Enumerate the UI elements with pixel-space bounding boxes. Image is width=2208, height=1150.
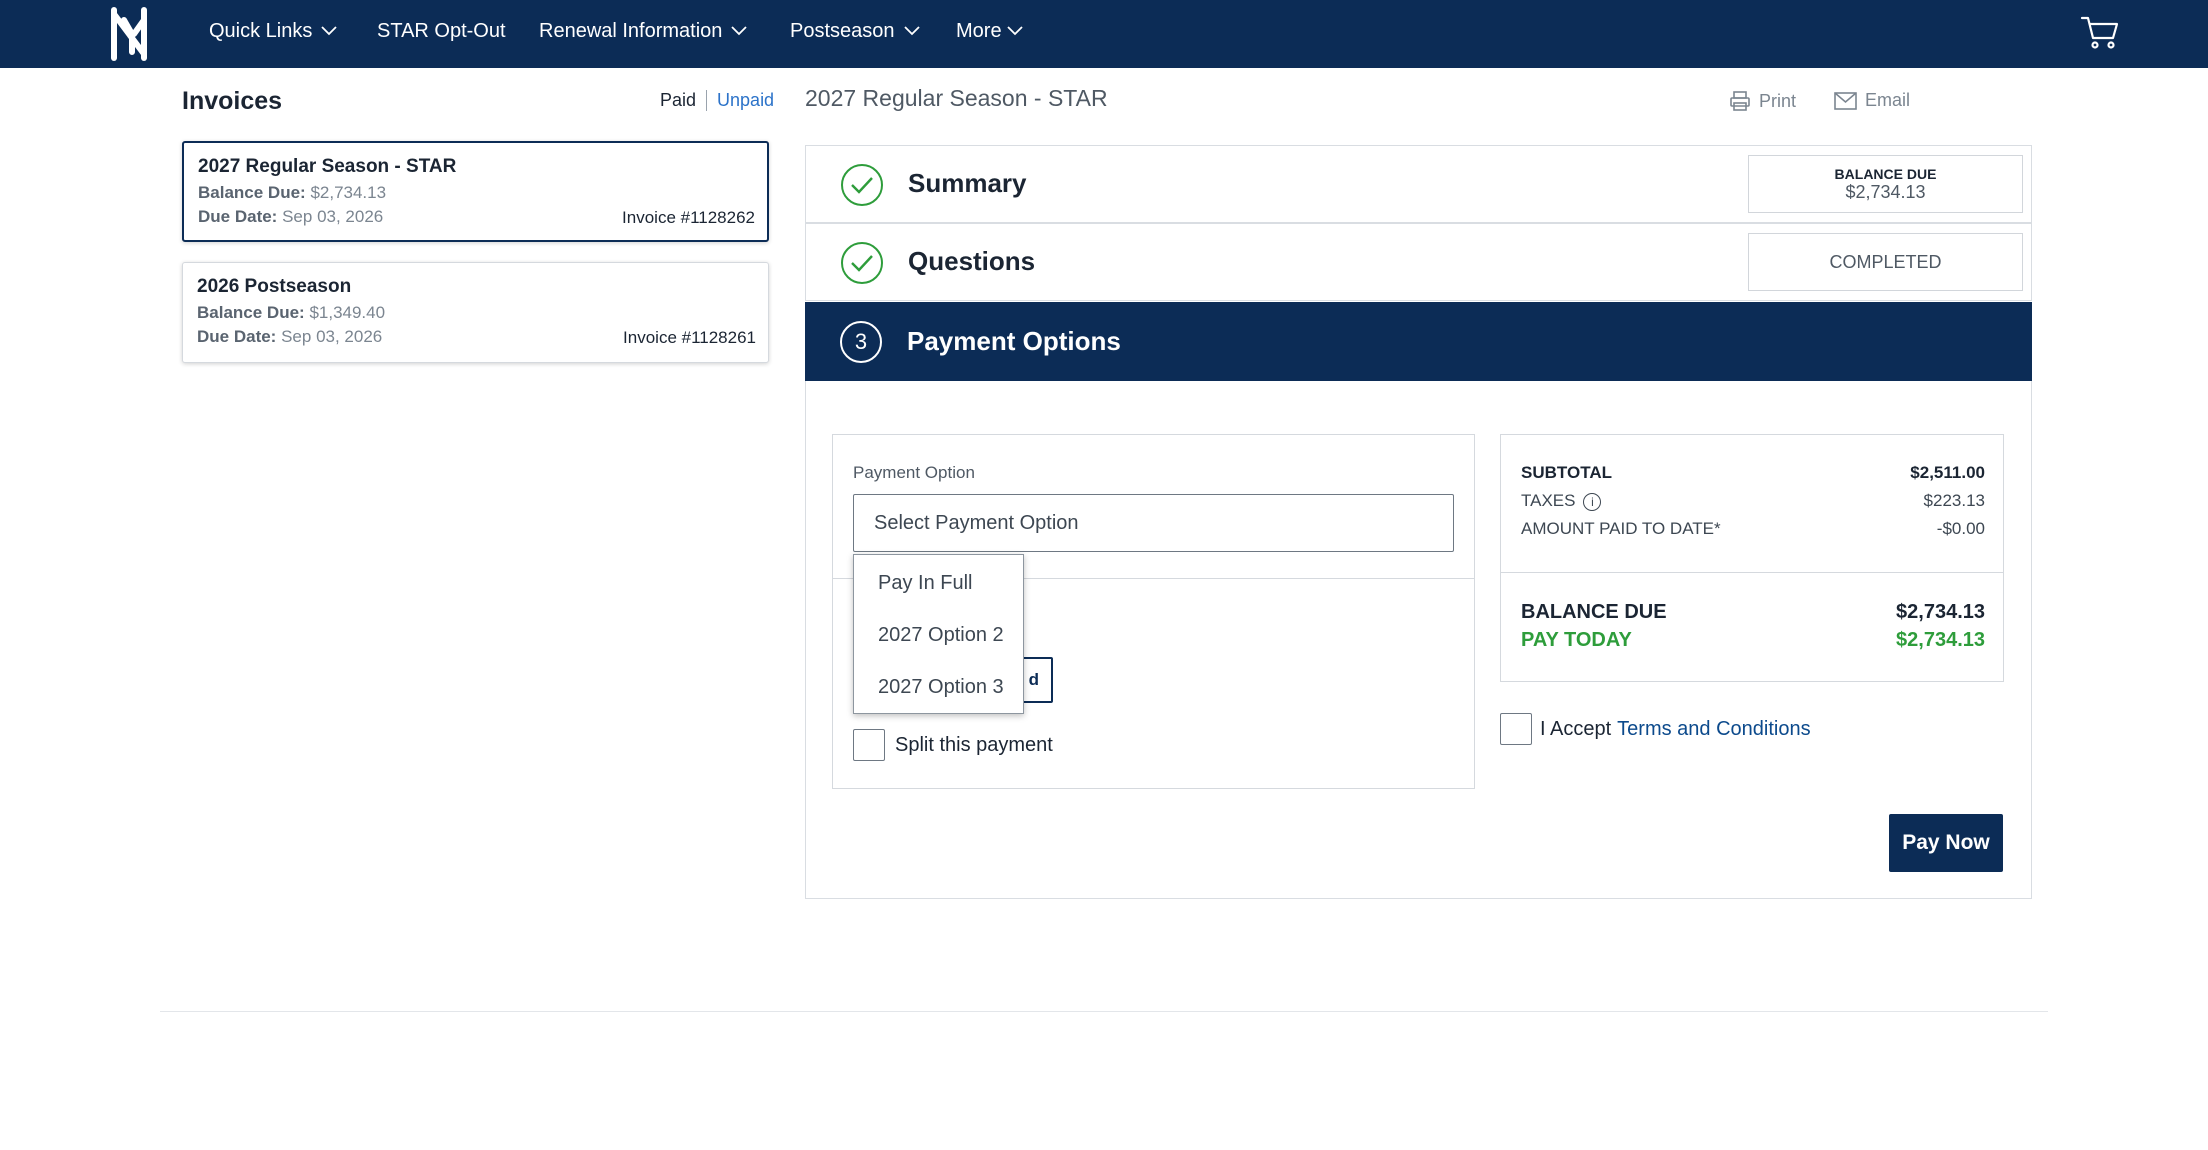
nav-more-label: More [956,19,1002,42]
invoice-number: Invoice #1128261 [623,328,756,347]
badge-value: $2,734.13 [1845,181,1926,202]
subtotal-value: $2,511.00 [1910,463,1985,482]
nav-renewal-information[interactable]: Renewal Information [539,0,748,62]
print-button[interactable]: Print [1729,90,1796,112]
invoice-filters: Paid Unpaid [660,90,774,111]
pay-today-value: $2,734.13 [1896,629,1985,651]
check-circle-icon [841,242,883,284]
invoice-balance: Balance Due: $2,734.13 [198,183,386,203]
invoice-due-value: Sep 03, 2026 [282,207,384,226]
payment-option-dropdown: Pay In Full 2027 Option 2 2027 Option 3 [853,554,1024,714]
nav-quick-links-label: Quick Links [209,19,313,42]
nav-renewal-information-label: Renewal Information [539,19,723,42]
nav-star-opt-out-label: STAR Opt-Out [377,19,506,42]
paid-to-date-label: AMOUNT PAID TO DATE* [1521,519,1721,538]
invoice-balance-value: $2,734.13 [310,183,387,202]
totals-card: SUBTOTAL $2,511.00 TAXES i $223.13 AMOUNT… [1500,434,2004,682]
payment-option-label: Payment Option [853,463,975,482]
badge-value: COMPLETED [1829,251,1942,272]
balance-due-value: $2,734.13 [1896,601,1985,623]
print-label: Print [1759,90,1797,111]
step-payment-label: Payment Options [907,326,1121,356]
dropdown-option[interactable]: 2027 Option 2 [854,609,1023,661]
taxes-label: TAXES [1521,491,1576,510]
envelope-icon [1834,91,1857,110]
taxes-value: $223.13 [1923,491,1985,510]
taxes-label-wrap: TAXES i [1521,491,1602,511]
nav-postseason-label: Postseason [790,19,895,42]
invoice-balance: Balance Due: $1,349.40 [197,303,385,323]
page-title: 2027 Regular Season - STAR [805,85,1108,111]
step-questions-label: Questions [908,246,1036,276]
step-payment-options[interactable]: 3 Payment Options [805,302,2032,381]
invoice-card-title: 2027 Regular Season - STAR [198,156,457,177]
balance-due-row: BALANCE DUE $2,734.13 [1521,601,1985,624]
pay-now-button[interactable]: Pay Now [1889,814,2003,872]
chevron-down-icon [731,26,748,36]
split-payment-checkbox[interactable] [853,729,885,761]
printer-icon [1730,91,1750,111]
nav-postseason[interactable]: Postseason [790,0,921,62]
email-button[interactable]: Email [1834,90,1910,111]
filter-paid[interactable]: Paid [660,90,708,111]
invoice-due-date: Due Date: Sep 03, 2026 [197,327,382,347]
nav-quick-links[interactable]: Quick Links [209,0,338,62]
email-label: Email [1865,90,1911,110]
nav-star-opt-out[interactable]: STAR Opt-Out [377,0,506,62]
invoice-balance-label: Balance Due: [198,183,306,202]
chevron-down-icon [1006,26,1023,36]
step-questions[interactable]: Questions COMPLETED [805,223,2032,301]
invoice-card-title: 2026 Postseason [197,276,352,297]
badge-title: BALANCE DUE [1834,165,1937,182]
split-payment[interactable]: Split this payment [853,729,1053,761]
subtotal-row: SUBTOTAL $2,511.00 [1521,463,1985,483]
cart-icon[interactable] [2080,14,2120,50]
pay-today-label: PAY TODAY [1521,629,1632,651]
completed-badge: COMPLETED [1748,233,2023,291]
dropdown-option[interactable]: 2027 Option 3 [854,661,1023,713]
step-summary[interactable]: Summary BALANCE DUE $2,734.13 [805,145,2032,223]
invoice-card[interactable]: 2026 Postseason Balance Due: $1,349.40 D… [182,262,769,363]
check-circle-icon [841,164,883,206]
accept-label: I Accept [1540,717,1612,740]
terms-link[interactable]: Terms and Conditions [1617,718,1810,741]
invoice-balance-label: Balance Due: [197,303,305,322]
footer-divider [160,1011,2048,1012]
invoices-title: Invoices [182,87,283,115]
filter-unpaid[interactable]: Unpaid [707,90,774,111]
invoice-number: Invoice #1128262 [622,208,755,227]
paid-to-date-row: AMOUNT PAID TO DATE* -$0.00 [1521,519,1985,539]
taxes-row: TAXES i $223.13 [1521,491,1985,511]
invoice-due-date: Due Date: Sep 03, 2026 [198,207,383,227]
payment-option-select[interactable]: Select Payment Option [853,494,1454,552]
paid-to-date-value: -$0.00 [1936,519,1985,538]
info-icon[interactable]: i [1583,493,1602,511]
invoice-due-label: Due Date: [197,327,277,346]
terms-acceptance: I Accept Terms and Conditions [1500,713,1811,745]
ny-logo[interactable] [104,4,156,62]
subtotal-label: SUBTOTAL [1521,463,1612,482]
top-nav: Quick Links STAR Opt-Out Renewal Informa… [0,0,2208,68]
divider [1501,572,2003,573]
invoice-due-label: Due Date: [198,207,278,226]
chevron-down-icon [321,26,338,36]
invoice-due-value: Sep 03, 2026 [281,327,383,346]
balance-due-badge: BALANCE DUE $2,734.13 [1748,155,2023,213]
step-number: 3 [840,321,882,363]
chevron-down-icon [903,26,920,36]
accept-terms-checkbox[interactable] [1500,713,1532,745]
pay-today-row: PAY TODAY $2,734.13 [1521,629,1985,652]
nav-more[interactable]: More [956,0,1024,62]
dropdown-option[interactable]: Pay In Full [854,557,1023,609]
step-summary-label: Summary [908,168,1027,198]
invoice-balance-value: $1,349.40 [309,303,386,322]
invoice-card[interactable]: 2027 Regular Season - STAR Balance Due: … [182,141,769,242]
split-payment-label: Split this payment [895,733,1053,756]
balance-due-label: BALANCE DUE [1521,601,1667,623]
